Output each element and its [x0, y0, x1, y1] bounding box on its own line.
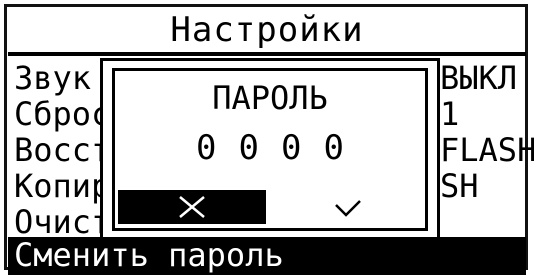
close-icon: [179, 196, 205, 218]
menu-item-reset[interactable]: Сброс: [14, 96, 110, 132]
dialog-title: ПАРОЛЬ: [212, 79, 328, 117]
menu-item-copy-value: SH: [440, 167, 479, 205]
password-digit[interactable]: 0: [239, 128, 259, 168]
menu-item-label: Сменить пароль: [14, 236, 284, 274]
menu-item-label: Сброс: [14, 95, 111, 133]
menu-item-sound[interactable]: Звук: [14, 60, 91, 96]
cancel-button[interactable]: [118, 190, 266, 224]
menu-item-change-password[interactable]: Сменить пароль: [8, 237, 526, 275]
menu-item-sound-value: ВЫКЛ: [440, 59, 518, 97]
check-icon: [335, 200, 361, 217]
password-digit[interactable]: 0: [196, 128, 216, 168]
settings-screen: Настройки Звук ВЫКЛ Сброс 1 Восстановить…: [0, 0, 534, 275]
password-digit[interactable]: 0: [281, 128, 301, 168]
password-digits[interactable]: 0 0 0 0: [112, 126, 428, 170]
title-divider: [8, 52, 526, 56]
page-title: Настройки: [170, 10, 364, 50]
menu-item-reset-value: 1: [440, 95, 460, 133]
password-digit[interactable]: 0: [323, 128, 343, 168]
menu-item-label: Звук: [14, 59, 92, 97]
menu-item-restore-value: FLASH: [440, 131, 534, 169]
confirm-button[interactable]: [278, 190, 418, 224]
